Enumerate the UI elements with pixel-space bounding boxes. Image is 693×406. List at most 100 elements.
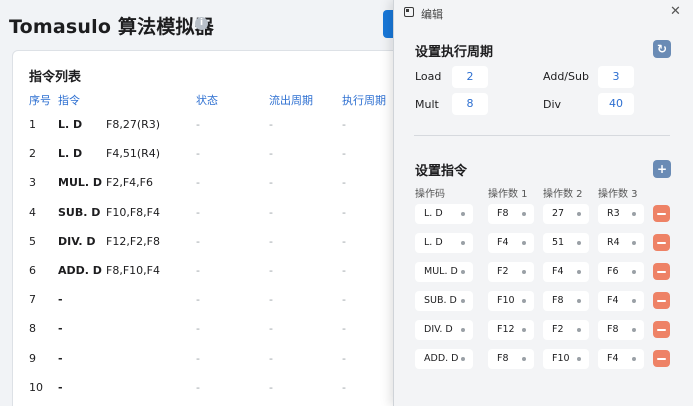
info-icon[interactable]: i bbox=[195, 17, 208, 30]
operand1-select[interactable]: F10 bbox=[488, 291, 534, 311]
operand2-select[interactable]: F8 bbox=[543, 291, 589, 311]
col-header-operand1: 操作数 1 bbox=[488, 189, 528, 200]
dropdown-indicator-icon bbox=[461, 212, 465, 216]
operand1-select[interactable]: F8 bbox=[488, 204, 534, 224]
dropdown-indicator-icon bbox=[522, 212, 526, 216]
dropdown-indicator-icon bbox=[632, 357, 636, 361]
delete-instruction-button[interactable] bbox=[653, 321, 670, 338]
opcode-select[interactable]: DIV. D bbox=[415, 320, 473, 340]
dialog-titlebar: 编辑 ✕ bbox=[394, 0, 693, 26]
dropdown-indicator-icon bbox=[522, 299, 526, 303]
instruction-opcode: L. D bbox=[58, 147, 83, 161]
dropdown-indicator-icon bbox=[461, 241, 465, 245]
operand3-select[interactable]: R3 bbox=[598, 204, 644, 224]
operand2-select[interactable]: F4 bbox=[543, 262, 589, 282]
operand2-select-value: F2 bbox=[552, 324, 564, 335]
opcode-select[interactable]: ADD. D bbox=[415, 349, 473, 369]
opcode-select[interactable]: MUL. D bbox=[415, 262, 473, 282]
col-header-status: 状态 bbox=[196, 94, 218, 107]
col-header-number: 序号 bbox=[29, 94, 51, 107]
instruction-number: 2 bbox=[29, 147, 36, 161]
col-header-issue-cycle: 流出周期 bbox=[269, 94, 313, 107]
operand1-select[interactable]: F8 bbox=[488, 349, 534, 369]
operand1-select-value: F8 bbox=[497, 353, 509, 364]
opcode-select[interactable]: L. D bbox=[415, 233, 473, 253]
dialog-title: 编辑 bbox=[421, 8, 443, 21]
operand1-select[interactable]: F12 bbox=[488, 320, 534, 340]
dropdown-indicator-icon bbox=[577, 270, 581, 274]
opcode-select[interactable]: SUB. D bbox=[415, 291, 473, 311]
instruction-status: - bbox=[196, 380, 200, 394]
instruction-exec-cycle: - bbox=[342, 118, 346, 131]
div-label: Div bbox=[543, 98, 562, 111]
dropdown-indicator-icon bbox=[577, 299, 581, 303]
instruction-issue-cycle: - bbox=[269, 176, 273, 190]
instruction-row: 10 - - - - bbox=[13, 381, 411, 406]
instruction-operands: F8,27(R3) bbox=[106, 118, 161, 131]
dropdown-indicator-icon bbox=[577, 328, 581, 332]
div-cycle-input[interactable]: 40 bbox=[598, 93, 634, 115]
operand3-select-value: F4 bbox=[607, 353, 619, 364]
delete-instruction-button[interactable] bbox=[653, 205, 670, 222]
instruction-row: 7 - - - - bbox=[13, 293, 411, 322]
operand2-select-value: 27 bbox=[552, 208, 565, 219]
delete-instruction-button[interactable] bbox=[653, 234, 670, 251]
operand1-select[interactable]: F4 bbox=[488, 233, 534, 253]
operand3-select-value: R4 bbox=[607, 237, 620, 248]
instruction-status: - bbox=[196, 351, 200, 365]
instruction-opcode: MUL. D bbox=[58, 176, 103, 190]
operand2-select[interactable]: F10 bbox=[543, 349, 589, 369]
add-instruction-button[interactable]: + bbox=[653, 160, 671, 178]
operand1-select-value: F10 bbox=[497, 295, 515, 306]
mult-cycle-input[interactable]: 8 bbox=[452, 93, 488, 115]
refresh-icon[interactable]: ↻ bbox=[653, 40, 671, 58]
instruction-exec-cycle: - bbox=[342, 205, 346, 219]
operand3-select[interactable]: R4 bbox=[598, 233, 644, 253]
operand2-select[interactable]: F2 bbox=[543, 320, 589, 340]
instruction-opcode: - bbox=[58, 380, 63, 394]
operand2-select[interactable]: 27 bbox=[543, 204, 589, 224]
instruction-exec-cycle: - bbox=[342, 176, 346, 190]
operand3-select-value: R3 bbox=[607, 208, 620, 219]
section-divider bbox=[414, 135, 670, 136]
instruction-issue-cycle: - bbox=[269, 351, 273, 365]
instruction-opcode: - bbox=[58, 351, 63, 365]
opcode-select[interactable]: L. D bbox=[415, 204, 473, 224]
operand1-select-value: F8 bbox=[497, 208, 509, 219]
operand3-select[interactable]: F4 bbox=[598, 349, 644, 369]
instruction-operands: F10,F8,F4 bbox=[106, 205, 160, 219]
instruction-exec-cycle: - bbox=[342, 147, 346, 161]
dropdown-indicator-icon bbox=[577, 357, 581, 361]
instruction-issue-cycle: - bbox=[269, 264, 273, 277]
load-cycle-input[interactable]: 2 bbox=[452, 66, 488, 88]
instruction-list-card: 指令列表 序号 指令 状态 流出周期 执行周期 1 L. D F8,27(R3) - -… bbox=[12, 50, 412, 406]
instruction-issue-cycle: - bbox=[269, 118, 273, 131]
operand1-select-value: F2 bbox=[497, 266, 509, 277]
dropdown-indicator-icon bbox=[632, 328, 636, 332]
addsub-cycle-input[interactable]: 3 bbox=[598, 66, 634, 88]
operand3-select[interactable]: F8 bbox=[598, 320, 644, 340]
instruction-status: - bbox=[196, 293, 200, 307]
delete-instruction-button[interactable] bbox=[653, 292, 670, 309]
operand2-select[interactable]: 51 bbox=[543, 233, 589, 253]
instruction-issue-cycle: - bbox=[269, 380, 273, 394]
dropdown-indicator-icon bbox=[522, 241, 526, 245]
opcode-select-value: L. D bbox=[424, 208, 443, 219]
operand1-select[interactable]: F2 bbox=[488, 262, 534, 282]
window-app-icon bbox=[404, 7, 414, 17]
dropdown-indicator-icon bbox=[522, 270, 526, 274]
instruction-number: 10 bbox=[29, 380, 43, 394]
close-icon[interactable]: ✕ bbox=[670, 4, 681, 19]
instruction-exec-cycle: - bbox=[342, 351, 346, 365]
delete-instruction-button[interactable] bbox=[653, 350, 670, 367]
operand1-select-value: F12 bbox=[497, 324, 515, 335]
instruction-status: - bbox=[196, 205, 200, 219]
operand3-select[interactable]: F4 bbox=[598, 291, 644, 311]
operand3-select[interactable]: F6 bbox=[598, 262, 644, 282]
app-title: Tomasulo 算法模拟器 bbox=[9, 16, 214, 38]
instruction-operands: F8,F10,F4 bbox=[106, 264, 160, 277]
addsub-label: Add/Sub bbox=[543, 70, 589, 83]
delete-instruction-button[interactable] bbox=[653, 263, 670, 280]
dropdown-indicator-icon bbox=[632, 270, 636, 274]
col-header-instruction: 指令 bbox=[58, 94, 80, 107]
